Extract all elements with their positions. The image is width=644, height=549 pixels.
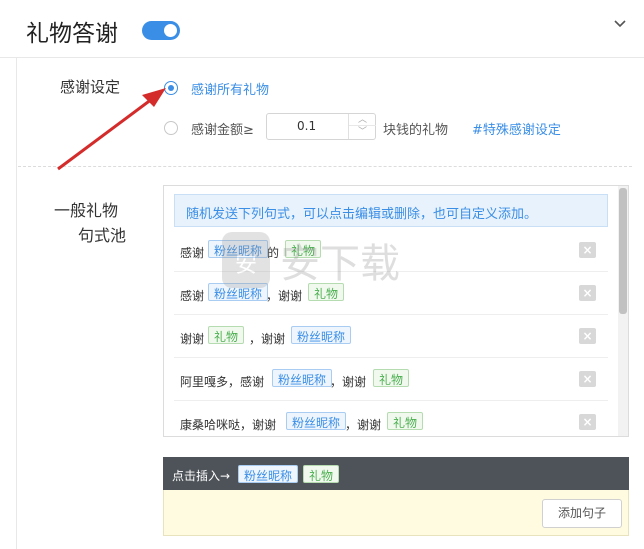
gift-tag: 礼物	[285, 240, 322, 258]
row-text: ，谢谢	[345, 418, 382, 432]
insert-label: 点击插入→	[172, 469, 231, 483]
sentence-row[interactable]: 康桑哈咪哒，谢谢 粉丝昵称 ，谢谢 礼物 ×	[174, 401, 608, 436]
sentence-pool: 随机发送下列句式，可以点击编辑或删除，也可自定义添加。 感谢 粉丝昵称 的 礼物…	[163, 185, 629, 437]
sentence-row[interactable]: 谢谢 礼物 ，谢谢 粉丝昵称 ×	[174, 315, 608, 358]
scrollbar-thumb[interactable]	[619, 188, 627, 314]
pool-info-banner: 随机发送下列句式，可以点击编辑或删除，也可自定义添加。	[174, 194, 608, 227]
row-text: ，谢谢	[330, 375, 367, 389]
delete-row-icon[interactable]: ×	[579, 414, 596, 430]
fan-nickname-tag: 粉丝昵称	[272, 369, 333, 387]
special-thanks-link[interactable]: #特殊感谢设定	[472, 119, 561, 138]
enable-toggle[interactable]	[142, 21, 180, 40]
row-text: 阿里嘎多，感谢	[180, 375, 265, 389]
row-text: 的	[267, 246, 280, 260]
row-text: 康桑哈咪哒，谢谢	[180, 418, 277, 432]
thanks-setting-label: 感谢设定	[60, 78, 121, 96]
pool-label-line1: 一般礼物	[54, 201, 119, 220]
add-sentence-button[interactable]: 添加句子	[542, 499, 622, 528]
fan-nickname-tag: 粉丝昵称	[291, 326, 352, 344]
row-text: ，谢谢	[266, 289, 303, 303]
insert-toolbar: 点击插入→ 粉丝昵称 礼物	[163, 457, 629, 490]
amount-stepper[interactable]: ︿ ﹀	[348, 114, 376, 139]
gift-tag: 礼物	[308, 283, 345, 301]
radio-all-gifts[interactable]	[164, 81, 178, 95]
delete-row-icon[interactable]: ×	[579, 242, 596, 258]
gift-tag: 礼物	[387, 412, 424, 430]
row-text: ，谢谢	[249, 332, 286, 346]
insert-fan-nickname-button[interactable]: 粉丝昵称	[238, 465, 299, 483]
toggle-knob	[164, 24, 177, 37]
insert-gift-button[interactable]: 礼物	[303, 465, 340, 483]
row-text: 感谢	[180, 246, 205, 260]
sentence-row[interactable]: 感谢 粉丝昵称 的 礼物 ×	[174, 229, 608, 272]
section-title: 礼物答谢	[26, 21, 118, 47]
panel-left-border	[16, 58, 17, 549]
fan-nickname-tag: 粉丝昵称	[286, 412, 347, 430]
stepper-down-icon[interactable]: ﹀	[349, 126, 376, 138]
chevron-down-icon[interactable]	[614, 17, 626, 29]
gift-tag: 礼物	[208, 326, 245, 344]
pool-scrollbar[interactable]	[618, 186, 628, 436]
radio-amount[interactable]	[164, 121, 178, 135]
sentence-row[interactable]: 感谢 粉丝昵称 ，谢谢 礼物 ×	[174, 272, 608, 315]
pool-label-line2: 句式池	[78, 226, 127, 245]
row-text: 谢谢	[180, 332, 205, 346]
amount-suffix-label: 块钱的礼物	[383, 123, 449, 138]
delete-row-icon[interactable]: ×	[579, 371, 596, 387]
stepper-up-icon[interactable]: ︿	[349, 114, 376, 126]
section-header: 礼物答谢	[0, 0, 644, 58]
fan-nickname-tag: 粉丝昵称	[208, 240, 269, 258]
delete-row-icon[interactable]: ×	[579, 285, 596, 301]
option-all-gifts-label[interactable]: 感谢所有礼物	[191, 79, 269, 98]
fan-nickname-tag: 粉丝昵称	[208, 283, 269, 301]
sentence-row[interactable]: 阿里嘎多，感谢 粉丝昵称 ，谢谢 礼物 ×	[174, 358, 608, 401]
gift-tag: 礼物	[373, 369, 410, 387]
section-divider	[18, 166, 632, 167]
option-amount-label[interactable]: 感谢金额≥	[191, 119, 254, 138]
row-text: 感谢	[180, 289, 205, 303]
delete-row-icon[interactable]: ×	[579, 328, 596, 344]
